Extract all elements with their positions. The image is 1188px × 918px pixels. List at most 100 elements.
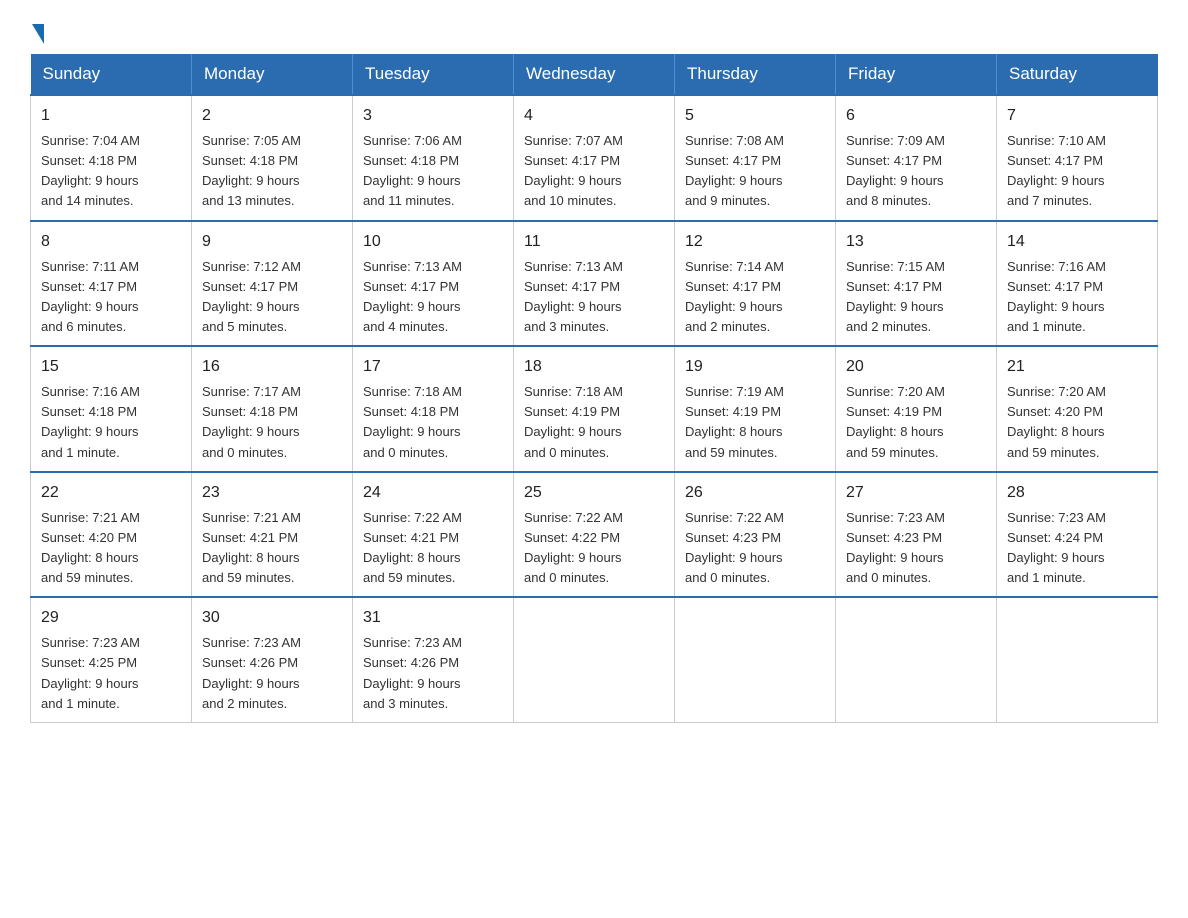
calendar-cell: 22 Sunrise: 7:21 AMSunset: 4:20 PMDaylig… bbox=[31, 472, 192, 598]
day-info: Sunrise: 7:15 AMSunset: 4:17 PMDaylight:… bbox=[846, 257, 986, 338]
calendar-cell: 19 Sunrise: 7:19 AMSunset: 4:19 PMDaylig… bbox=[675, 346, 836, 472]
day-of-week-header: Tuesday bbox=[353, 54, 514, 95]
day-info: Sunrise: 7:23 AMSunset: 4:26 PMDaylight:… bbox=[363, 633, 503, 714]
logo-top bbox=[30, 20, 44, 44]
day-info: Sunrise: 7:22 AMSunset: 4:22 PMDaylight:… bbox=[524, 508, 664, 589]
calendar-week-row: 15 Sunrise: 7:16 AMSunset: 4:18 PMDaylig… bbox=[31, 346, 1158, 472]
day-number: 17 bbox=[363, 355, 503, 379]
day-number: 20 bbox=[846, 355, 986, 379]
day-number: 24 bbox=[363, 481, 503, 505]
day-of-week-header: Saturday bbox=[997, 54, 1158, 95]
day-info: Sunrise: 7:09 AMSunset: 4:17 PMDaylight:… bbox=[846, 131, 986, 212]
day-info: Sunrise: 7:22 AMSunset: 4:23 PMDaylight:… bbox=[685, 508, 825, 589]
day-info: Sunrise: 7:16 AMSunset: 4:17 PMDaylight:… bbox=[1007, 257, 1147, 338]
calendar-cell: 6 Sunrise: 7:09 AMSunset: 4:17 PMDayligh… bbox=[836, 95, 997, 221]
day-number: 3 bbox=[363, 104, 503, 128]
day-info: Sunrise: 7:07 AMSunset: 4:17 PMDaylight:… bbox=[524, 131, 664, 212]
day-info: Sunrise: 7:06 AMSunset: 4:18 PMDaylight:… bbox=[363, 131, 503, 212]
calendar-cell: 4 Sunrise: 7:07 AMSunset: 4:17 PMDayligh… bbox=[514, 95, 675, 221]
day-number: 21 bbox=[1007, 355, 1147, 379]
day-number: 9 bbox=[202, 230, 342, 254]
day-info: Sunrise: 7:18 AMSunset: 4:18 PMDaylight:… bbox=[363, 382, 503, 463]
calendar-cell: 14 Sunrise: 7:16 AMSunset: 4:17 PMDaylig… bbox=[997, 221, 1158, 347]
day-number: 27 bbox=[846, 481, 986, 505]
day-info: Sunrise: 7:21 AMSunset: 4:21 PMDaylight:… bbox=[202, 508, 342, 589]
calendar-cell: 3 Sunrise: 7:06 AMSunset: 4:18 PMDayligh… bbox=[353, 95, 514, 221]
day-info: Sunrise: 7:08 AMSunset: 4:17 PMDaylight:… bbox=[685, 131, 825, 212]
calendar-week-row: 29 Sunrise: 7:23 AMSunset: 4:25 PMDaylig… bbox=[31, 597, 1158, 722]
calendar-cell: 17 Sunrise: 7:18 AMSunset: 4:18 PMDaylig… bbox=[353, 346, 514, 472]
day-number: 2 bbox=[202, 104, 342, 128]
calendar-cell: 10 Sunrise: 7:13 AMSunset: 4:17 PMDaylig… bbox=[353, 221, 514, 347]
calendar-cell: 23 Sunrise: 7:21 AMSunset: 4:21 PMDaylig… bbox=[192, 472, 353, 598]
logo-arrow-icon bbox=[32, 24, 44, 44]
day-info: Sunrise: 7:13 AMSunset: 4:17 PMDaylight:… bbox=[524, 257, 664, 338]
day-info: Sunrise: 7:23 AMSunset: 4:26 PMDaylight:… bbox=[202, 633, 342, 714]
day-info: Sunrise: 7:05 AMSunset: 4:18 PMDaylight:… bbox=[202, 131, 342, 212]
day-number: 8 bbox=[41, 230, 181, 254]
day-info: Sunrise: 7:10 AMSunset: 4:17 PMDaylight:… bbox=[1007, 131, 1147, 212]
calendar-cell: 26 Sunrise: 7:22 AMSunset: 4:23 PMDaylig… bbox=[675, 472, 836, 598]
day-number: 28 bbox=[1007, 481, 1147, 505]
day-info: Sunrise: 7:21 AMSunset: 4:20 PMDaylight:… bbox=[41, 508, 181, 589]
calendar-cell: 31 Sunrise: 7:23 AMSunset: 4:26 PMDaylig… bbox=[353, 597, 514, 722]
day-of-week-header: Monday bbox=[192, 54, 353, 95]
calendar-cell: 2 Sunrise: 7:05 AMSunset: 4:18 PMDayligh… bbox=[192, 95, 353, 221]
day-info: Sunrise: 7:23 AMSunset: 4:25 PMDaylight:… bbox=[41, 633, 181, 714]
day-info: Sunrise: 7:20 AMSunset: 4:19 PMDaylight:… bbox=[846, 382, 986, 463]
day-info: Sunrise: 7:12 AMSunset: 4:17 PMDaylight:… bbox=[202, 257, 342, 338]
page-header bbox=[30, 20, 1158, 44]
calendar-cell bbox=[675, 597, 836, 722]
day-info: Sunrise: 7:11 AMSunset: 4:17 PMDaylight:… bbox=[41, 257, 181, 338]
calendar-cell: 13 Sunrise: 7:15 AMSunset: 4:17 PMDaylig… bbox=[836, 221, 997, 347]
calendar-cell: 21 Sunrise: 7:20 AMSunset: 4:20 PMDaylig… bbox=[997, 346, 1158, 472]
calendar-cell: 16 Sunrise: 7:17 AMSunset: 4:18 PMDaylig… bbox=[192, 346, 353, 472]
day-number: 5 bbox=[685, 104, 825, 128]
day-number: 6 bbox=[846, 104, 986, 128]
calendar-cell: 20 Sunrise: 7:20 AMSunset: 4:19 PMDaylig… bbox=[836, 346, 997, 472]
calendar-cell: 8 Sunrise: 7:11 AMSunset: 4:17 PMDayligh… bbox=[31, 221, 192, 347]
day-number: 13 bbox=[846, 230, 986, 254]
day-number: 16 bbox=[202, 355, 342, 379]
calendar-cell: 27 Sunrise: 7:23 AMSunset: 4:23 PMDaylig… bbox=[836, 472, 997, 598]
calendar-cell bbox=[514, 597, 675, 722]
day-number: 14 bbox=[1007, 230, 1147, 254]
day-number: 7 bbox=[1007, 104, 1147, 128]
day-info: Sunrise: 7:22 AMSunset: 4:21 PMDaylight:… bbox=[363, 508, 503, 589]
day-number: 1 bbox=[41, 104, 181, 128]
calendar-cell: 29 Sunrise: 7:23 AMSunset: 4:25 PMDaylig… bbox=[31, 597, 192, 722]
calendar-cell: 15 Sunrise: 7:16 AMSunset: 4:18 PMDaylig… bbox=[31, 346, 192, 472]
calendar-cell: 12 Sunrise: 7:14 AMSunset: 4:17 PMDaylig… bbox=[675, 221, 836, 347]
calendar-cell: 1 Sunrise: 7:04 AMSunset: 4:18 PMDayligh… bbox=[31, 95, 192, 221]
day-info: Sunrise: 7:23 AMSunset: 4:24 PMDaylight:… bbox=[1007, 508, 1147, 589]
calendar-cell: 24 Sunrise: 7:22 AMSunset: 4:21 PMDaylig… bbox=[353, 472, 514, 598]
calendar-cell: 30 Sunrise: 7:23 AMSunset: 4:26 PMDaylig… bbox=[192, 597, 353, 722]
calendar-cell: 18 Sunrise: 7:18 AMSunset: 4:19 PMDaylig… bbox=[514, 346, 675, 472]
day-info: Sunrise: 7:17 AMSunset: 4:18 PMDaylight:… bbox=[202, 382, 342, 463]
day-number: 29 bbox=[41, 606, 181, 630]
day-number: 31 bbox=[363, 606, 503, 630]
day-info: Sunrise: 7:16 AMSunset: 4:18 PMDaylight:… bbox=[41, 382, 181, 463]
day-number: 12 bbox=[685, 230, 825, 254]
day-info: Sunrise: 7:18 AMSunset: 4:19 PMDaylight:… bbox=[524, 382, 664, 463]
day-number: 15 bbox=[41, 355, 181, 379]
logo bbox=[30, 20, 44, 44]
day-info: Sunrise: 7:20 AMSunset: 4:20 PMDaylight:… bbox=[1007, 382, 1147, 463]
day-info: Sunrise: 7:04 AMSunset: 4:18 PMDaylight:… bbox=[41, 131, 181, 212]
calendar-week-row: 1 Sunrise: 7:04 AMSunset: 4:18 PMDayligh… bbox=[31, 95, 1158, 221]
day-number: 23 bbox=[202, 481, 342, 505]
day-of-week-header: Friday bbox=[836, 54, 997, 95]
calendar-cell bbox=[997, 597, 1158, 722]
day-info: Sunrise: 7:19 AMSunset: 4:19 PMDaylight:… bbox=[685, 382, 825, 463]
day-number: 11 bbox=[524, 230, 664, 254]
day-info: Sunrise: 7:23 AMSunset: 4:23 PMDaylight:… bbox=[846, 508, 986, 589]
calendar-cell: 25 Sunrise: 7:22 AMSunset: 4:22 PMDaylig… bbox=[514, 472, 675, 598]
calendar-header-row: SundayMondayTuesdayWednesdayThursdayFrid… bbox=[31, 54, 1158, 95]
calendar-week-row: 22 Sunrise: 7:21 AMSunset: 4:20 PMDaylig… bbox=[31, 472, 1158, 598]
calendar-week-row: 8 Sunrise: 7:11 AMSunset: 4:17 PMDayligh… bbox=[31, 221, 1158, 347]
day-of-week-header: Sunday bbox=[31, 54, 192, 95]
day-number: 30 bbox=[202, 606, 342, 630]
day-number: 19 bbox=[685, 355, 825, 379]
day-number: 22 bbox=[41, 481, 181, 505]
day-of-week-header: Thursday bbox=[675, 54, 836, 95]
